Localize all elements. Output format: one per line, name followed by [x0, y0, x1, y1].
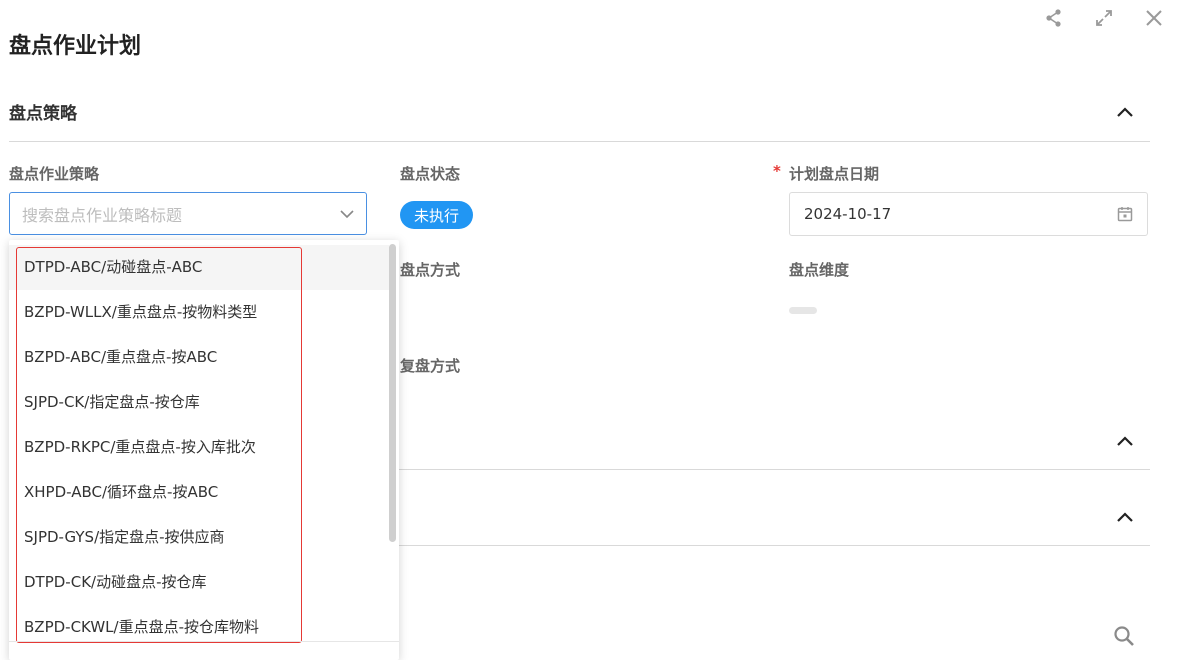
share-icon[interactable]	[1042, 6, 1066, 30]
strategy-dropdown: DTPD-ABC/动碰盘点-ABC BZPD-WLLX/重点盘点-按物料类型 BZP…	[9, 240, 399, 660]
section-divider	[9, 141, 1150, 142]
planned-date-value: 2024-10-17	[804, 205, 892, 223]
status-label: 盘点状态	[400, 165, 461, 183]
calendar-icon[interactable]	[1117, 206, 1133, 222]
planned-date-label: 计划盘点日期	[789, 165, 880, 183]
chevron-up-icon[interactable]	[1113, 505, 1137, 529]
dropdown-option[interactable]: DTPD-CK/动碰盘点-按仓库	[9, 560, 389, 605]
chevron-up-icon[interactable]	[1113, 100, 1137, 124]
dropdown-option[interactable]: SJPD-CK/指定盘点-按仓库	[9, 380, 389, 425]
dropdown-option[interactable]: XHPD-ABC/循环盘点-按ABC	[9, 470, 389, 515]
close-icon[interactable]	[1142, 6, 1166, 30]
required-mark: *	[773, 162, 781, 180]
dropdown-option[interactable]: BZPD-RKPC/重点盘点-按入库批次	[9, 425, 389, 470]
dropdown-option[interactable]: DTPD-ABC/动碰盘点-ABC	[9, 245, 389, 290]
dimension-placeholder-pill	[789, 307, 817, 314]
recheck-method-label: 复盘方式	[400, 357, 461, 375]
expand-icon[interactable]	[1092, 6, 1116, 30]
section-title-strategy: 盘点策略	[9, 104, 77, 124]
chevron-down-icon[interactable]	[340, 209, 354, 219]
method-label: 盘点方式	[400, 261, 461, 279]
dropdown-option[interactable]: BZPD-CKWL/重点盘点-按仓库物料	[9, 605, 389, 650]
page-title: 盘点作业计划	[9, 34, 142, 59]
dropdown-divider	[9, 641, 399, 642]
strategy-select[interactable]: 搜索盘点作业策略标题	[9, 192, 367, 235]
status-badge: 未执行	[400, 201, 474, 229]
planned-date-input[interactable]: 2024-10-17	[789, 192, 1148, 236]
dropdown-scrollbar[interactable]	[389, 244, 396, 542]
dropdown-option[interactable]: BZPD-ABC/重点盘点-按ABC	[9, 335, 389, 380]
strategy-select-placeholder: 搜索盘点作业策略标题	[22, 205, 183, 225]
strategy-label: 盘点作业策略	[9, 165, 100, 183]
dimension-label: 盘点维度	[789, 261, 850, 279]
dropdown-option[interactable]: BZPD-WLLX/重点盘点-按物料类型	[9, 290, 389, 335]
dropdown-option[interactable]: SJPD-GYS/指定盘点-按供应商	[9, 515, 389, 560]
chevron-up-icon[interactable]	[1113, 429, 1137, 453]
search-icon[interactable]	[1113, 625, 1137, 649]
